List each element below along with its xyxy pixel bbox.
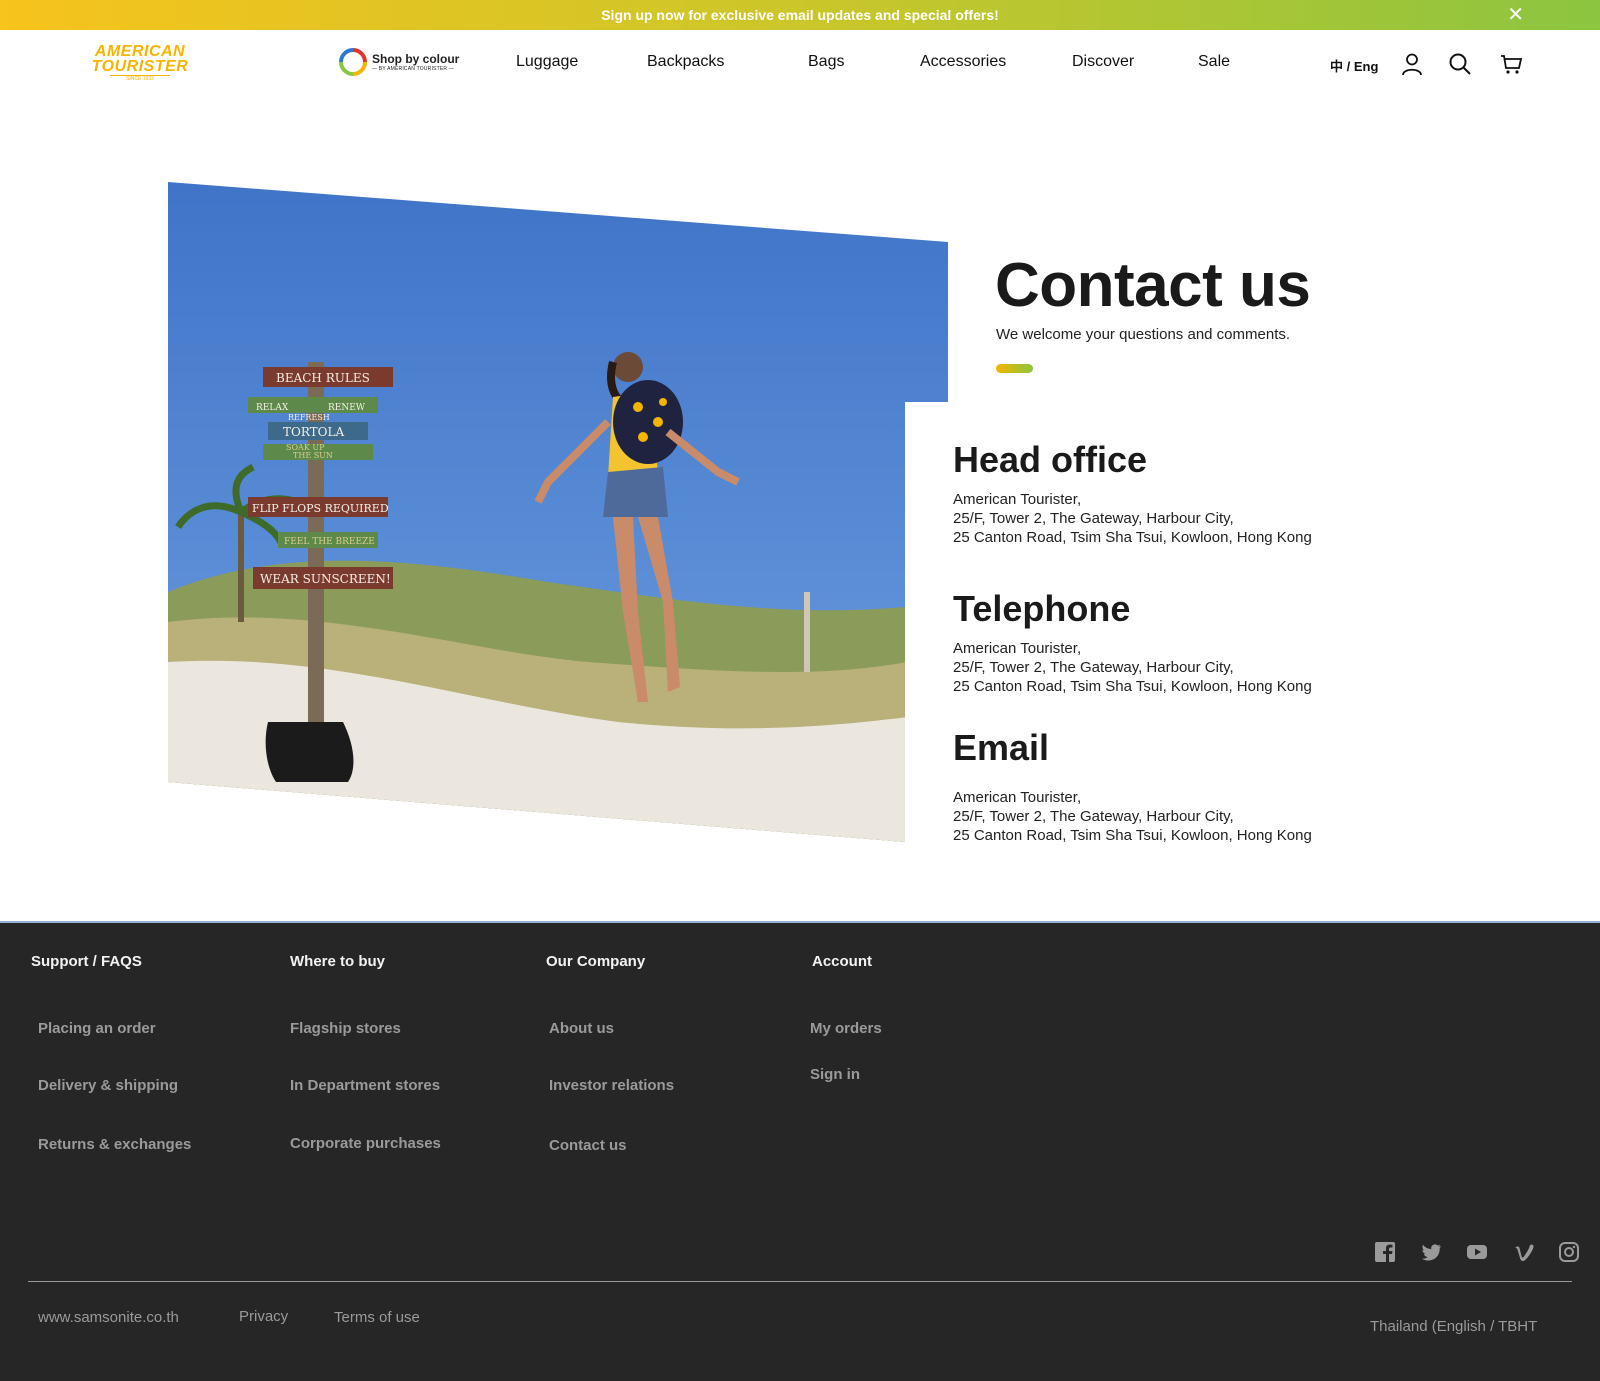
footer-privacy-link[interactable]: Privacy (239, 1308, 288, 1325)
close-icon[interactable]: ✕ (1507, 4, 1524, 26)
sign-text-5: TORTOLA (283, 425, 344, 439)
address-line: 25/F, Tower 2, The Gateway, Harbour City… (953, 808, 1234, 825)
cart-icon[interactable] (1499, 52, 1523, 76)
facebook-icon[interactable] (1374, 1241, 1396, 1263)
address-line: 25 Canton Road, Tsim Sha Tsui, Kowloon, … (953, 827, 1312, 844)
nav-sale[interactable]: Sale (1198, 53, 1230, 71)
footer-link-about[interactable]: About us (549, 1020, 614, 1037)
footer-link-placing-order[interactable]: Placing an order (38, 1020, 156, 1037)
vimeo-icon[interactable] (1513, 1241, 1535, 1263)
promo-banner[interactable]: Sign up now for exclusive email updates … (0, 0, 1600, 30)
logo-since: SINCE 1933 (110, 75, 170, 82)
address-line: 25 Canton Road, Tsim Sha Tsui, Kowloon, … (953, 678, 1312, 695)
nav-accessories[interactable]: Accessories (920, 53, 1006, 71)
site-footer: Support / FAQS Where to buy Our Company … (0, 921, 1600, 1381)
sign-text-8: FLIP FLOPS REQUIRED (252, 502, 389, 515)
instagram-icon[interactable] (1558, 1241, 1580, 1263)
shop-by-colour-sub: — BY AMERICAN TOURISTER — (372, 65, 454, 72)
page-subtitle: We welcome your questions and comments. (996, 326, 1291, 343)
footer-link-contact[interactable]: Contact us (549, 1137, 627, 1154)
footer-link-sign-in[interactable]: Sign in (810, 1066, 860, 1083)
email-section: Email American Tourister, 25/F, Tower 2,… (953, 728, 1573, 845)
nav-luggage[interactable]: Luggage (516, 53, 578, 71)
section-title: Head office (953, 439, 1148, 480)
footer-heading-our-company: Our Company (546, 953, 646, 970)
logo-line-2: TOURISTER (91, 58, 189, 75)
address-line: American Tourister, (953, 640, 1082, 657)
section-title: Email (953, 727, 1050, 768)
address-line: 25 Canton Road, Tsim Sha Tsui, Kowloon, … (953, 529, 1312, 546)
footer-link-corporate[interactable]: Corporate purchases (290, 1135, 441, 1152)
accent-bar (996, 364, 1033, 373)
footer-link-department[interactable]: In Department stores (290, 1077, 440, 1094)
sign-text-4: REFRESH (288, 413, 330, 422)
colour-wheel-icon (339, 48, 367, 76)
footer-heading-support: Support / FAQS (31, 953, 142, 970)
shop-by-colour-label: Shop by colour (372, 51, 460, 66)
brand-logo[interactable]: AMERICAN TOURISTER SINCE 1933 (80, 43, 200, 83)
footer-heading-account: Account (812, 953, 872, 970)
footer-link-returns[interactable]: Returns & exchanges (38, 1136, 191, 1153)
footer-link-flagship[interactable]: Flagship stores (290, 1020, 401, 1037)
promo-text[interactable]: Sign up now for exclusive email updates … (601, 7, 999, 23)
footer-link-delivery[interactable]: Delivery & shipping (38, 1077, 178, 1094)
sign-text-1: BEACH RULES (276, 371, 370, 385)
sign-text-10: WEAR SUNSCREEN! (260, 572, 391, 586)
sign-text-3: RENEW (328, 403, 366, 413)
nav-bags[interactable]: Bags (808, 53, 844, 71)
logo-line-1: AMERICAN (94, 43, 186, 60)
telephone-section: Telephone American Tourister, 25/F, Towe… (953, 589, 1573, 696)
hero-image: BEACH RULES RELAX RENEW REFRESH TORTOLA … (168, 182, 948, 842)
address-line: American Tourister, (953, 789, 1082, 806)
region-selector[interactable]: Thailand (English / TBHT (1370, 1318, 1537, 1335)
sign-text-7: THE SUN (293, 451, 333, 460)
section-title: Telephone (953, 588, 1131, 629)
footer-site-link[interactable]: www.samsonite.co.th (38, 1309, 179, 1326)
site-header: AMERICAN TOURISTER SINCE 1933 Shop by co… (0, 30, 1600, 100)
footer-link-investor[interactable]: Investor relations (549, 1077, 674, 1094)
footer-link-my-orders[interactable]: My orders (810, 1020, 882, 1037)
language-switch[interactable]: 中 / Eng (1330, 56, 1378, 75)
shop-by-colour-link[interactable]: Shop by colour — BY AMERICAN TOURISTER — (338, 47, 459, 77)
account-icon[interactable] (1400, 52, 1424, 76)
address-line: 25/F, Tower 2, The Gateway, Harbour City… (953, 659, 1234, 676)
address-line: 25/F, Tower 2, The Gateway, Harbour City… (953, 510, 1234, 527)
twitter-icon[interactable] (1420, 1241, 1442, 1263)
nav-discover[interactable]: Discover (1072, 53, 1134, 71)
footer-divider (28, 1281, 1572, 1282)
footer-heading-where-to-buy: Where to buy (290, 953, 386, 970)
search-icon[interactable] (1448, 52, 1472, 76)
footer-terms-link[interactable]: Terms of use (334, 1309, 420, 1326)
nav-backpacks[interactable]: Backpacks (647, 53, 724, 71)
address-line: American Tourister, (953, 491, 1082, 508)
page-title: Contact us (995, 251, 1311, 320)
sign-text-9: FEEL THE BREEZE (284, 537, 375, 547)
sign-text-2: RELAX (256, 403, 289, 413)
youtube-icon[interactable] (1466, 1241, 1488, 1263)
head-office-section: Head office American Tourister, 25/F, To… (953, 440, 1573, 547)
